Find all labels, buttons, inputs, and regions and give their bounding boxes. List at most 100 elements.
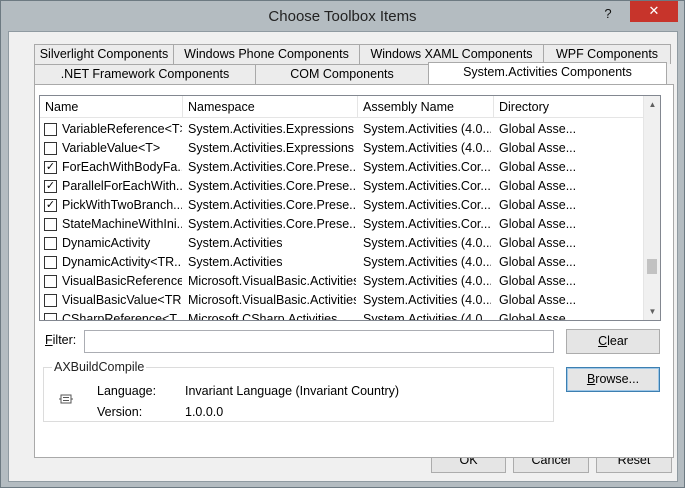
row-cell-namespace: Microsoft.CSharp.Activities (188, 312, 338, 321)
row-cell-assembly: System.Activities.Cor... (363, 217, 491, 231)
row-cell-assembly: System.Activities.Cor... (363, 198, 491, 212)
group-title: AXBuildCompile (52, 360, 147, 374)
tab-windows-phone-components[interactable]: Windows Phone Components (173, 44, 360, 64)
checkbox-unchecked[interactable] (44, 313, 57, 320)
checkbox-unchecked[interactable] (44, 237, 57, 250)
window-title: Choose Toolbox Items (268, 8, 417, 25)
row-cell-assembly: System.Activities (4.0.... (363, 255, 491, 269)
row-cell-directory: Global Asse... (499, 217, 577, 231)
row-cell-name: VariableReference<T> (62, 122, 182, 136)
column-header-directory[interactable]: Directory (494, 96, 644, 118)
dialog-window: Choose Toolbox Items ? ✕ Silverlight Com… (0, 0, 685, 488)
row-cell-name: VisualBasicValue<TR... (62, 293, 182, 307)
table-row[interactable]: VariableValue<T> System.Activities.Expres… (40, 139, 644, 158)
row-cell-namespace: System.Activities (188, 255, 283, 269)
tab-system-activities-components[interactable]: System.Activities Components (428, 62, 667, 84)
table-row[interactable]: StateMachineWithIni... System.Activities.… (40, 215, 644, 234)
checkbox-unchecked[interactable] (44, 218, 57, 231)
row-cell-namespace: Microsoft.VisualBasic.Activities (188, 274, 356, 288)
checkbox-checked[interactable]: ✓ (44, 161, 57, 174)
row-cell-namespace: System.Activities.Expressions (188, 141, 355, 155)
scroll-down-arrow-icon[interactable]: ▼ (644, 303, 660, 320)
vertical-scrollbar[interactable]: ▲ ▼ (643, 96, 660, 320)
row-cell-name: VisualBasicReference... (62, 274, 182, 288)
column-header-namespace[interactable]: Namespace (183, 96, 358, 118)
scroll-thumb[interactable] (647, 259, 657, 274)
title-bar[interactable]: Choose Toolbox Items ? ✕ (1, 1, 684, 31)
close-button[interactable]: ✕ (630, 1, 678, 22)
filter-label: Filter: (45, 333, 77, 347)
tab-windows-xaml-components[interactable]: Windows XAML Components (359, 44, 544, 64)
row-cell-assembly: System.Activities (4.0.... (363, 293, 491, 307)
clear-button[interactable]: Clear (566, 329, 660, 354)
tab-net-framework-components[interactable]: .NET Framework Components (34, 64, 256, 84)
table-row[interactable]: CSharpReference<T... Microsoft.CSharp.Act… (40, 310, 644, 321)
version-value: 1.0.0.0 (185, 405, 224, 419)
checkbox-checked[interactable]: ✓ (44, 199, 57, 212)
row-cell-directory: Global Asse... (499, 293, 577, 307)
row-cell-namespace: System.Activities (188, 236, 283, 250)
row-cell-namespace: System.Activities.Core.Prese... (188, 217, 356, 231)
row-cell-assembly: System.Activities.Cor... (363, 160, 491, 174)
version-label: Version: (97, 405, 143, 419)
row-cell-namespace: System.Activities.Core.Prese... (188, 198, 356, 212)
checkbox-unchecked[interactable] (44, 256, 57, 269)
row-cell-assembly: System.Activities (4.0.... (363, 141, 491, 155)
row-cell-name: StateMachineWithIni... (62, 217, 182, 231)
column-header-name[interactable]: Name (40, 96, 183, 118)
tab-wpf-components[interactable]: WPF Components (543, 44, 671, 64)
row-cell-assembly: System.Activities (4.0.... (363, 122, 491, 136)
row-cell-name: ParallelForEachWith... (62, 179, 182, 193)
row-cell-assembly: System.Activities (4.0.... (363, 236, 491, 250)
row-cell-directory: Global Asse... (499, 141, 577, 155)
row-cell-directory: Global Asse... (499, 274, 577, 288)
row-cell-namespace: Microsoft.VisualBasic.Activities (188, 293, 356, 307)
row-cell-directory: Global Asse... (499, 198, 577, 212)
scroll-up-arrow-icon[interactable]: ▲ (644, 96, 660, 113)
table-row[interactable]: ✓ PickWithTwoBranch... System.Activities.C… (40, 196, 644, 215)
table-row[interactable]: DynamicActivity System.Activities System.A… (40, 234, 644, 253)
checkbox-unchecked[interactable] (44, 275, 57, 288)
row-cell-directory: Global Asse... (499, 236, 577, 250)
row-cell-assembly: System.Activities.Cor... (363, 179, 491, 193)
components-list[interactable]: Name Namespace Assembly Name Directory V… (39, 95, 661, 321)
filter-input[interactable] (84, 330, 554, 353)
component-icon (58, 391, 74, 407)
row-cell-directory: Global Asse... (499, 255, 577, 269)
row-cell-name: DynamicActivity<TR... (62, 255, 182, 269)
row-cell-directory: Global Asse... (499, 312, 577, 321)
table-row[interactable]: VisualBasicReference... Microsoft.VisualB… (40, 272, 644, 291)
row-cell-name: DynamicActivity (62, 236, 151, 250)
row-cell-directory: Global Asse... (499, 122, 577, 136)
checkbox-unchecked[interactable] (44, 294, 57, 307)
row-cell-namespace: System.Activities.Core.Prese... (188, 179, 356, 193)
row-cell-directory: Global Asse... (499, 179, 577, 193)
row-cell-directory: Global Asse... (499, 160, 577, 174)
checkbox-checked[interactable]: ✓ (44, 180, 57, 193)
checkbox-unchecked[interactable] (44, 123, 57, 136)
row-cell-namespace: System.Activities.Core.Prese... (188, 160, 356, 174)
table-row[interactable]: VariableReference<T> System.Activities.Ex… (40, 120, 644, 139)
row-cell-name: PickWithTwoBranch... (62, 198, 182, 212)
help-button[interactable]: ? (597, 3, 619, 25)
table-row[interactable]: VisualBasicValue<TR... Microsoft.VisualBa… (40, 291, 644, 310)
row-cell-name: CSharpReference<T... (62, 312, 182, 321)
tab-com-components[interactable]: COM Components (255, 64, 429, 84)
browse-button[interactable]: Browse... (566, 367, 660, 392)
table-row[interactable]: ✓ ForEachWithBodyFa... System.Activities.C… (40, 158, 644, 177)
row-cell-assembly: System.Activities (4.0.... (363, 312, 491, 321)
row-cell-name: VariableValue<T> (62, 141, 161, 155)
table-row[interactable]: DynamicActivity<TR... System.Activities Sy… (40, 253, 644, 272)
dialog-client-area: Silverlight Components Windows Phone Com… (8, 31, 678, 482)
row-cell-assembly: System.Activities (4.0.... (363, 274, 491, 288)
language-label: Language: (97, 384, 157, 398)
tab-silverlight-components[interactable]: Silverlight Components (34, 44, 174, 64)
language-value: Invariant Language (Invariant Country) (185, 384, 400, 398)
row-cell-namespace: System.Activities.Expressions (188, 122, 355, 136)
tab-panel: Name Namespace Assembly Name Directory V… (34, 84, 674, 458)
checkbox-unchecked[interactable] (44, 142, 57, 155)
column-header-assembly-name[interactable]: Assembly Name (358, 96, 494, 118)
table-row[interactable]: ✓ ParallelForEachWith... System.Activities… (40, 177, 644, 196)
row-cell-name: ForEachWithBodyFa... (62, 160, 182, 174)
list-header: Name Namespace Assembly Name Directory (40, 96, 644, 118)
